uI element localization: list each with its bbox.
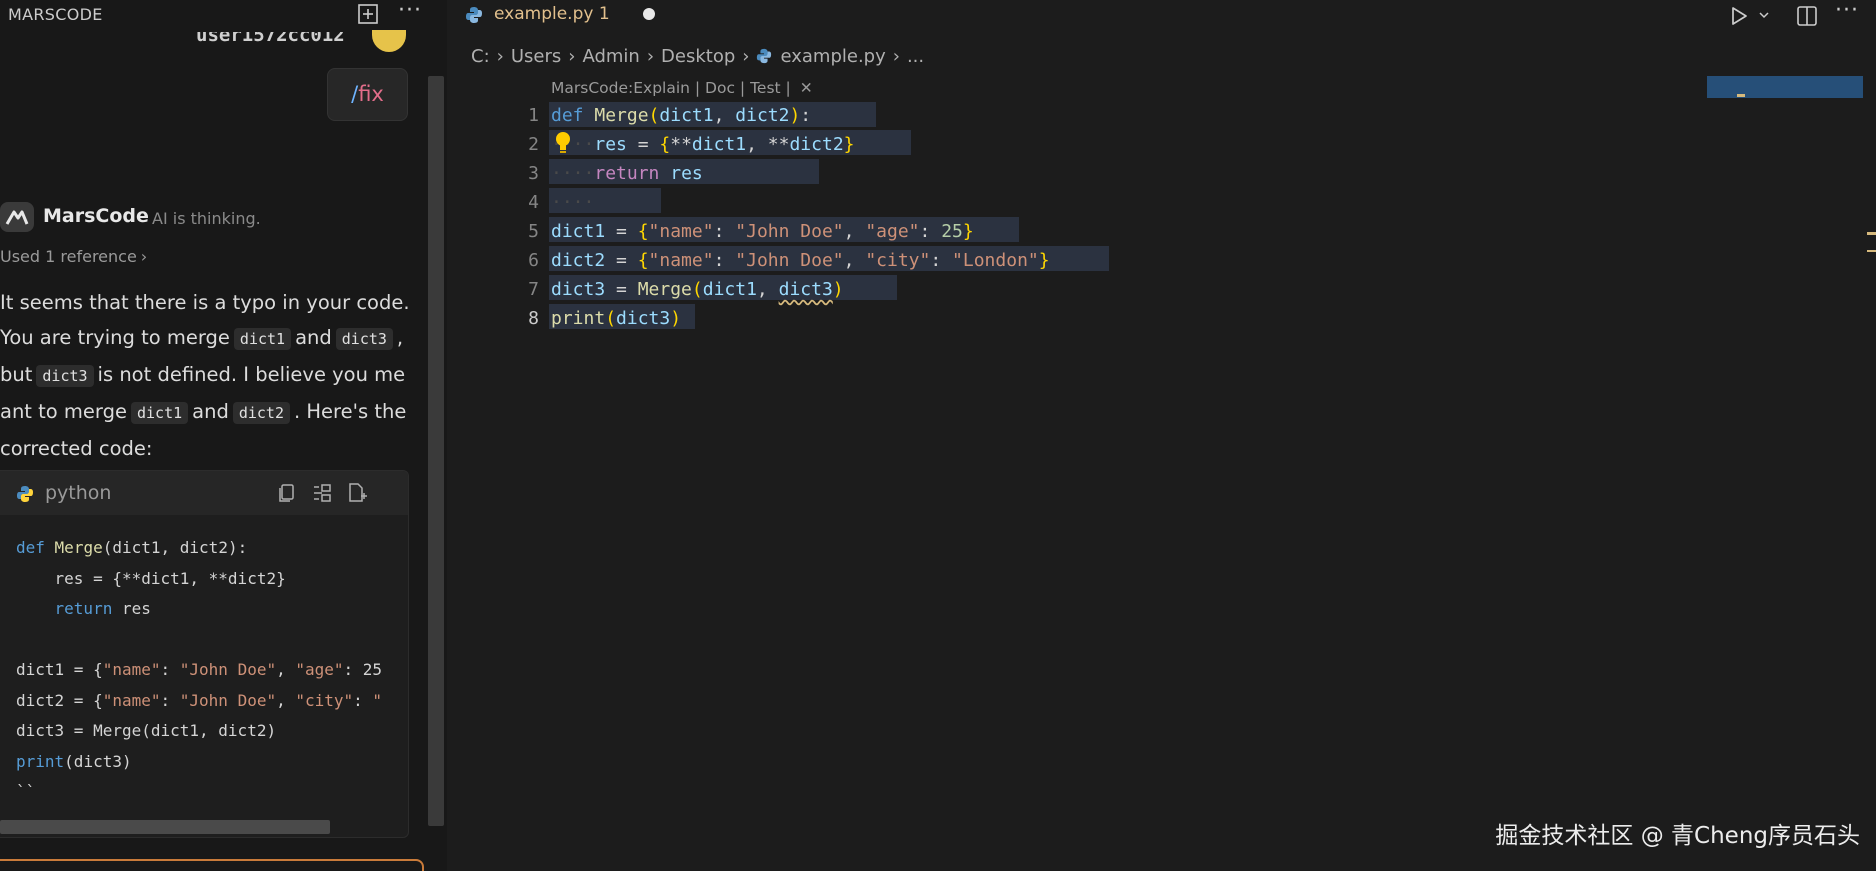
- chevron-right-icon: ›: [140, 247, 148, 266]
- assistant-reply: It seems that there is a typo in your co…: [0, 285, 410, 466]
- editor-tab-bar: example.py 1 ···: [447, 0, 1876, 34]
- code-line: dict1 = {"name": "John Doe", "age": 25: [16, 660, 383, 679]
- code-line: dict2 = {"name": "John Doe", "city": ": [16, 690, 383, 710]
- code-line: res = {**dict1, **dict2}: [16, 568, 286, 588]
- fix-word: fix: [358, 82, 384, 106]
- breadcrumb-item[interactable]: Users: [511, 46, 561, 67]
- editor-line[interactable]: dict1 = {"name": "John Doe", "age": 25}: [551, 217, 1050, 246]
- reply-text: and: [295, 326, 332, 349]
- breadcrumb: C: › Users › Admin › Desktop › example.py ›...: [471, 46, 924, 67]
- side-panel-scrollbar[interactable]: [428, 76, 444, 826]
- editor-code[interactable]: def Merge(dict1, dict2): ····res = {**dic…: [551, 101, 1050, 333]
- code-block-header: python: [0, 471, 408, 515]
- lightbulb-icon[interactable]: [553, 130, 573, 154]
- line-number-gutter: 1 2 3 4 5 6 7 8: [447, 101, 539, 333]
- watermark: 掘金技术社区 @ 青Cheng序员石头: [1495, 823, 1860, 849]
- code-editor: example.py 1 ··· C: › Users › Admin › Desktop ›…: [447, 0, 1876, 871]
- more-icon[interactable]: ···: [398, 0, 422, 23]
- chevron-right-icon: ›: [496, 46, 504, 67]
- editor-line[interactable]: dict3 = Merge(dict1, dict3): [551, 275, 1050, 304]
- line-number: 6: [528, 250, 539, 271]
- editor-line[interactable]: def Merge(dict1, dict2):: [551, 101, 1050, 130]
- code-block-scrollbar[interactable]: [0, 820, 330, 834]
- inline-code: dict1: [130, 402, 189, 424]
- code-line: print(dict3): [16, 751, 132, 771]
- more-icon[interactable]: ···: [1835, 0, 1859, 23]
- codelens-test[interactable]: Test: [750, 79, 781, 97]
- side-panel-title: MARSCODE: [8, 5, 103, 24]
- chevron-right-icon: ›: [742, 46, 750, 67]
- marscode-side-panel: MARSCODE ··· user1572cc012 /fix MarsCode…: [0, 0, 447, 871]
- code-line: dict3 = Merge(dict1, dict2): [16, 721, 277, 740]
- chevron-right-icon: ›: [646, 46, 655, 67]
- fix-command-chip: /fix: [327, 68, 408, 121]
- reference-label: Used 1 reference: [0, 247, 137, 266]
- line-number: 2: [528, 134, 539, 155]
- code-block-content: def Merge(dict1, dict2): res = {**dict1,…: [16, 533, 382, 808]
- line-number: 7: [528, 279, 539, 300]
- inline-code: dict3: [36, 365, 94, 387]
- chat-input-edge[interactable]: [0, 859, 424, 871]
- code-language-label: python: [45, 482, 112, 504]
- line-number-active: 8: [528, 308, 539, 329]
- minimap[interactable]: [1707, 76, 1863, 98]
- breadcrumb-item[interactable]: C:: [471, 46, 490, 67]
- breadcrumb-item[interactable]: ...: [907, 46, 924, 67]
- close-icon[interactable]: ✕: [800, 79, 813, 97]
- code-line: return res: [54, 599, 151, 618]
- code-block: python def Merge(dict1, dict2): res = {*…: [0, 470, 409, 838]
- python-icon: [17, 486, 33, 502]
- editor-line[interactable]: ····return res: [551, 159, 1050, 188]
- chevron-down-icon[interactable]: [1757, 8, 1771, 22]
- editor-line[interactable]: print(dict3): [551, 304, 1050, 333]
- split-editor-icon[interactable]: [1795, 4, 1819, 28]
- copy-icon[interactable]: [275, 482, 297, 504]
- breadcrumb-item[interactable]: example.py: [780, 46, 885, 67]
- chevron-right-icon: ›: [892, 46, 900, 67]
- scrollbar-warning-marker: [1867, 232, 1876, 235]
- marscode-logo-icon: [0, 202, 34, 232]
- run-icon[interactable]: [1727, 4, 1751, 28]
- inline-code: dict1: [233, 328, 292, 350]
- inline-code: dict2: [232, 402, 290, 424]
- python-icon: [757, 48, 772, 64]
- new-file-icon[interactable]: [346, 482, 368, 504]
- code-line: ``: [16, 782, 36, 801]
- new-chat-icon[interactable]: [356, 2, 380, 26]
- minimap-marker: [1737, 94, 1745, 97]
- assistant-name: MarsCode: [43, 205, 149, 227]
- reply-text: and: [192, 400, 229, 423]
- scrollbar-warning-marker: [1867, 250, 1876, 252]
- chevron-right-icon: ›: [568, 46, 576, 67]
- unsaved-dot-icon[interactable]: [643, 8, 655, 20]
- line-number: 1: [528, 105, 539, 126]
- editor-line[interactable]: dict2 = {"name": "John Doe", "city": "Lo…: [551, 246, 1050, 275]
- breadcrumb-item[interactable]: Desktop: [661, 46, 735, 67]
- editor-line[interactable]: ····res = {**dict1, **dict2}: [551, 130, 1050, 159]
- codelens-doc[interactable]: Doc: [705, 79, 735, 97]
- line-number: 3: [528, 163, 539, 184]
- reference-link[interactable]: Used 1 reference ›: [0, 247, 147, 266]
- code-line: def Merge(dict1, dict2):: [16, 538, 248, 557]
- breadcrumb-item[interactable]: Admin: [582, 46, 639, 67]
- line-number: 5: [528, 221, 539, 242]
- insert-icon[interactable]: [311, 482, 333, 504]
- python-icon: [466, 7, 482, 23]
- inline-code: dict3: [335, 328, 393, 350]
- codelens-actions: MarsCode:Explain | Doc | Test | ✕: [551, 79, 813, 97]
- editor-line[interactable]: ····: [551, 188, 1050, 217]
- line-number: 4: [528, 192, 539, 213]
- code-function: Merge: [54, 538, 103, 557]
- code-keyword: def: [16, 538, 45, 557]
- assistant-status: AI is thinking.: [152, 209, 261, 228]
- codelens-explain[interactable]: MarsCode:Explain: [551, 79, 690, 97]
- tab-label: example.py 1: [494, 4, 610, 24]
